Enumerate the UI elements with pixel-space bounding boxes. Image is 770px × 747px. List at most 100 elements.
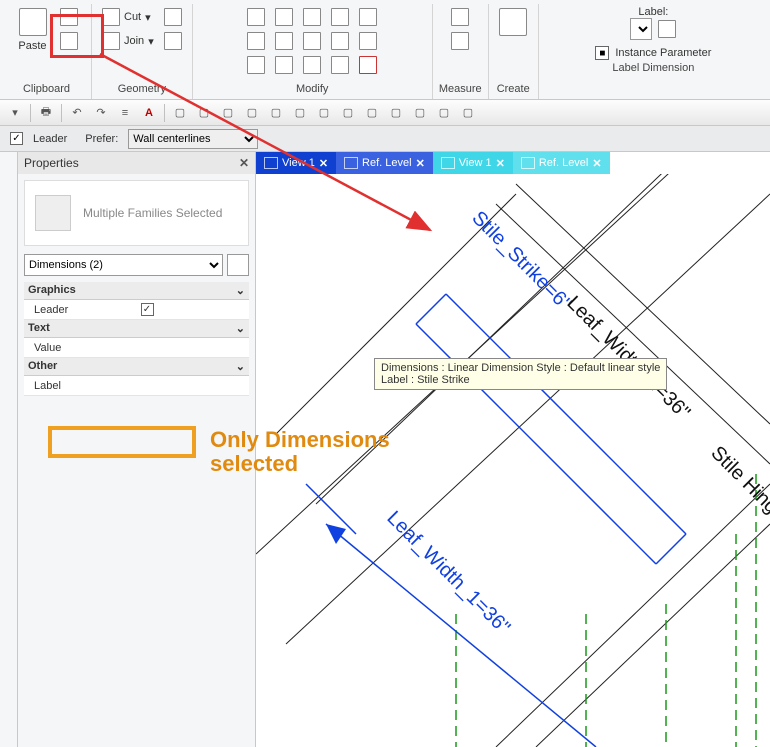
label-dropdown[interactable] — [630, 18, 652, 40]
wallopening-button[interactable] — [160, 30, 186, 52]
copy-button[interactable] — [56, 6, 82, 28]
text-section[interactable]: Text⌄ — [24, 320, 249, 338]
rotate-button[interactable] — [271, 54, 297, 76]
tab-close-icon[interactable]: ✕ — [496, 157, 505, 170]
q7-icon[interactable]: ▢ — [315, 104, 333, 122]
leader-cell-label: Leader — [24, 304, 137, 316]
type-thumb-icon — [35, 195, 71, 231]
tab-view1-active[interactable]: View 1 ✕ — [256, 152, 336, 174]
q4-icon[interactable]: ▢ — [243, 104, 261, 122]
graphics-section[interactable]: Graphics⌄ — [24, 282, 249, 300]
label-new-icon[interactable] — [658, 20, 676, 38]
q5-icon[interactable]: ▢ — [267, 104, 285, 122]
q9-icon[interactable]: ▢ — [363, 104, 381, 122]
delete-button[interactable] — [355, 54, 381, 76]
array-button[interactable] — [299, 54, 325, 76]
dimension-button[interactable] — [447, 30, 473, 52]
q12-icon[interactable]: ▢ — [435, 104, 453, 122]
offset-button[interactable] — [271, 6, 297, 28]
prefer-label: Prefer: — [85, 133, 118, 145]
labeldim-group-label: Label Dimension — [545, 60, 762, 78]
q6-icon[interactable]: ▢ — [291, 104, 309, 122]
q2-icon[interactable]: ▢ — [195, 104, 213, 122]
q3-icon[interactable]: ▢ — [219, 104, 237, 122]
other-section-label: Other — [28, 360, 57, 373]
instance-param-checkbox[interactable]: ■ — [595, 46, 609, 60]
tab-close-icon[interactable]: ✕ — [319, 157, 328, 170]
extend-a-button[interactable] — [327, 6, 353, 28]
q1-icon[interactable]: ▢ — [171, 104, 189, 122]
ribbon-group-create: Create — [489, 4, 539, 99]
tab-close-icon[interactable]: ✕ — [416, 157, 425, 170]
offset-icon — [275, 8, 293, 26]
trim-icon — [303, 8, 321, 26]
match-type-button[interactable] — [56, 30, 82, 52]
join-button[interactable]: Join▾ — [98, 30, 158, 52]
leader-checkbox[interactable]: ✓ — [10, 132, 23, 145]
mirror-button[interactable] — [271, 30, 297, 52]
cut-button[interactable]: Cut▾ — [98, 6, 158, 28]
leader-prop-checkbox[interactable]: ✓ — [141, 303, 154, 316]
q11-icon[interactable]: ▢ — [411, 104, 429, 122]
dim-leaf-width-blue[interactable]: Leaf_Width_1=36" — [382, 507, 514, 639]
paste-label: Paste — [18, 40, 46, 52]
tab-view1-2[interactable]: View 1 ✕ — [433, 152, 513, 174]
properties-header: Properties ✕ — [18, 152, 255, 174]
move-button[interactable] — [243, 30, 269, 52]
tab-close-icon[interactable]: ✕ — [592, 157, 601, 170]
clipboard-icon — [19, 8, 47, 36]
clipboard-group-label: Clipboard — [8, 81, 85, 99]
tab3-label: View 1 — [459, 157, 492, 169]
undo-icon[interactable]: ↶ — [68, 104, 86, 122]
view-icon — [344, 157, 358, 169]
dim-stile-strike[interactable]: Stile_Strike=6" — [467, 207, 575, 315]
extend-b-button[interactable] — [327, 30, 353, 52]
close-icon[interactable]: ✕ — [239, 156, 249, 170]
unpin-button[interactable] — [355, 30, 381, 52]
split-button[interactable] — [299, 30, 325, 52]
other-section[interactable]: Other⌄ — [24, 358, 249, 376]
measure-button[interactable] — [447, 6, 473, 28]
q10-icon[interactable]: ▢ — [387, 104, 405, 122]
cope-icon — [164, 8, 182, 26]
cut-label: Cut — [124, 11, 141, 23]
type-selector[interactable]: Multiple Families Selected — [24, 180, 249, 246]
pin-icon — [359, 8, 377, 26]
label-row[interactable]: Label — [24, 376, 249, 396]
ruler-icon — [451, 8, 469, 26]
text-icon[interactable]: A — [140, 104, 158, 122]
leader-row[interactable]: Leader ✓ — [24, 300, 249, 320]
tab-reflevel-2[interactable]: Ref. Level ✕ — [513, 152, 610, 174]
q13-icon[interactable]: ▢ — [459, 104, 477, 122]
prefer-dropdown[interactable]: Wall centerlines — [128, 129, 258, 149]
wall-icon — [164, 32, 182, 50]
pin-button[interactable] — [355, 6, 381, 28]
extend-c-button[interactable] — [327, 54, 353, 76]
edit-type-button[interactable] — [227, 254, 249, 276]
selection-filter-dropdown[interactable]: Dimensions (2) — [24, 254, 223, 276]
cope-button[interactable] — [160, 6, 186, 28]
ext-c-icon — [331, 56, 349, 74]
paste-button[interactable]: Paste — [12, 4, 54, 74]
create-group-label: Create — [495, 81, 532, 99]
print-icon[interactable]: 🖶 — [37, 104, 55, 122]
tab-reflevel-1[interactable]: Ref. Level ✕ — [336, 152, 433, 174]
q8-icon[interactable]: ▢ — [339, 104, 357, 122]
ribbon-group-geometry: Cut▾ Join▾ Geometry — [92, 4, 193, 99]
separator — [164, 104, 165, 122]
redo-icon[interactable]: ↷ — [92, 104, 110, 122]
label-caption: Label: — [638, 6, 668, 18]
ext-b-icon — [331, 32, 349, 50]
ext-a-icon — [331, 8, 349, 26]
view-icon — [521, 157, 535, 169]
dim-icon — [451, 32, 469, 50]
menu-icon[interactable]: ▾ — [6, 104, 24, 122]
align-button[interactable] — [243, 6, 269, 28]
value-row[interactable]: Value — [24, 338, 249, 358]
project-browser-stub[interactable] — [0, 152, 18, 747]
graphics-section-label: Graphics — [28, 284, 76, 297]
copy2-button[interactable] — [243, 54, 269, 76]
create-button[interactable] — [495, 4, 531, 74]
trim-button[interactable] — [299, 6, 325, 28]
thin-lines-icon[interactable]: ≡ — [116, 104, 134, 122]
